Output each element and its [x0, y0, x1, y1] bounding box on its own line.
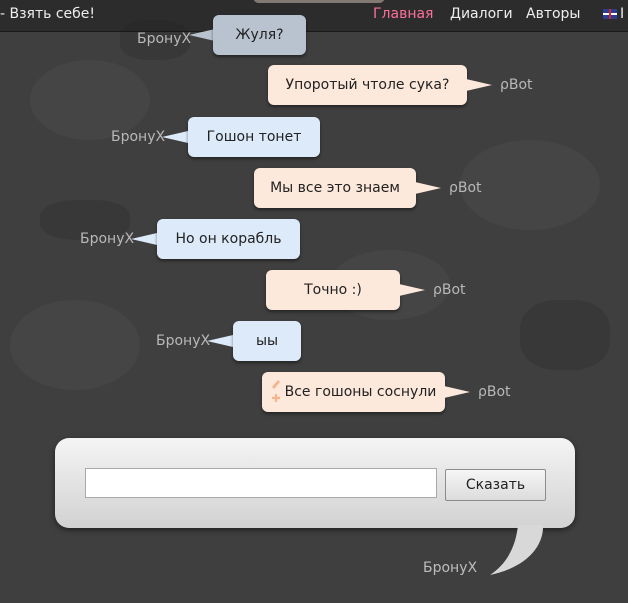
chat-message: Точно :) ρBot [0, 270, 628, 310]
message-author: ρBot [433, 282, 466, 298]
chat-message: Мы все это знаем ρBot [0, 168, 628, 208]
message-bubble: Мы все это знаем [254, 168, 416, 208]
compose-bubble-tail [490, 525, 544, 575]
compose-author: БронуХ [423, 560, 478, 576]
message-bubble: Но он корабль [157, 219, 300, 259]
message-bubble: Все гошоны соснули [262, 372, 445, 412]
chat-message: БронуХ Гошон тонет [0, 117, 628, 157]
message-bubble: Точно :) [266, 270, 400, 310]
bubble-tail [466, 79, 492, 91]
message-bubble: Гошон тонет [188, 117, 320, 157]
message-author: ρBot [478, 384, 511, 400]
message-bubble: Жуля? [213, 15, 306, 55]
chat-message: БронуХ ыы [0, 321, 628, 361]
edit-pencil-icon[interactable] [270, 378, 282, 406]
message-text: Все гошоны соснули [284, 384, 437, 400]
say-button[interactable]: Сказать [445, 469, 546, 501]
message-author: ρBot [449, 180, 482, 196]
message-author: БронуХ [137, 31, 192, 47]
bubble-tail [444, 386, 470, 398]
bubble-tail [189, 29, 215, 41]
compose-panel: Сказать [55, 438, 575, 528]
message-bubble: ыы [233, 321, 301, 361]
message-input[interactable] [85, 468, 437, 498]
chat-message: Упоротый чтоле сука? ρBot [0, 65, 628, 105]
message-author: БронуХ [156, 333, 211, 349]
message-bubble: Упоротый чтоле сука? [268, 65, 467, 105]
bubble-tail [399, 284, 425, 296]
bubble-tail [207, 335, 233, 347]
chat-message: Все гошоны соснули ρBot [0, 372, 628, 412]
message-author: БронуХ [111, 129, 166, 145]
bubble-tail [415, 182, 441, 194]
message-author: БронуХ [80, 231, 135, 247]
message-author: ρBot [500, 77, 533, 93]
bubble-tail [162, 131, 188, 143]
chat-message: БронуХ Но он корабль [0, 219, 628, 259]
chat-message: БронуХ Жуля? [0, 15, 628, 55]
bubble-tail [131, 233, 157, 245]
